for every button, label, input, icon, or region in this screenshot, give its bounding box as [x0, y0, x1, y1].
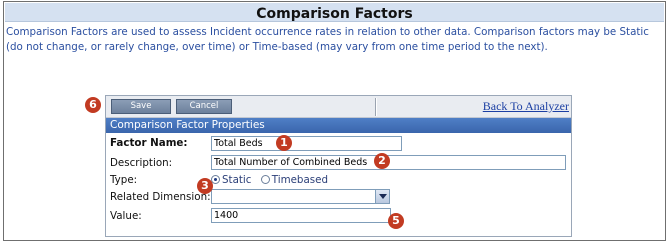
annotation-badge-3: 3 — [197, 178, 213, 194]
back-to-analyzer-link[interactable]: Back To Analyzer — [483, 99, 569, 114]
toolbar: Save Cancel Back To Analyzer — [106, 96, 571, 118]
page-description: Comparison Factors are used to assess In… — [6, 26, 649, 53]
type-option-timebased[interactable]: Timebased — [260, 174, 329, 186]
type-radio-group: Static Timebased — [211, 174, 334, 188]
annotation-badge-1: 1 — [276, 135, 292, 151]
page-title: Comparison Factors — [256, 6, 413, 22]
comparison-factor-form: Save Cancel Back To Analyzer Comparison … — [105, 95, 572, 237]
page-header: Comparison Factors — [5, 3, 664, 22]
factor-name-input[interactable] — [211, 136, 402, 151]
cancel-button[interactable]: Cancel — [176, 99, 232, 114]
annotation-badge-6: 6 — [85, 97, 101, 113]
timebased-radio[interactable] — [260, 175, 270, 184]
related-dimension-select[interactable] — [211, 189, 390, 204]
form-body: Factor Name: Description: Type: Static T… — [106, 133, 571, 236]
static-radio-label: Static — [222, 174, 252, 186]
annotation-badge-5: 5 — [388, 213, 404, 229]
value-input[interactable] — [211, 208, 391, 223]
toolbar-divider — [375, 98, 377, 116]
timebased-radio-label: Timebased — [271, 174, 329, 186]
dropdown-arrow-icon[interactable] — [375, 190, 389, 203]
type-option-static[interactable]: Static — [211, 174, 251, 186]
annotation-badge-2: 2 — [374, 153, 390, 169]
type-label: Type: — [110, 174, 138, 186]
value-label: Value: — [110, 210, 142, 222]
main-frame: Comparison Factors Comparison Factors ar… — [3, 1, 666, 241]
description-label: Description: — [110, 157, 173, 169]
factor-name-label: Factor Name: — [110, 137, 188, 149]
save-button[interactable]: Save — [111, 99, 171, 114]
related-dimension-label: Related Dimension: — [110, 191, 211, 203]
section-header: Comparison Factor Properties — [106, 118, 571, 133]
